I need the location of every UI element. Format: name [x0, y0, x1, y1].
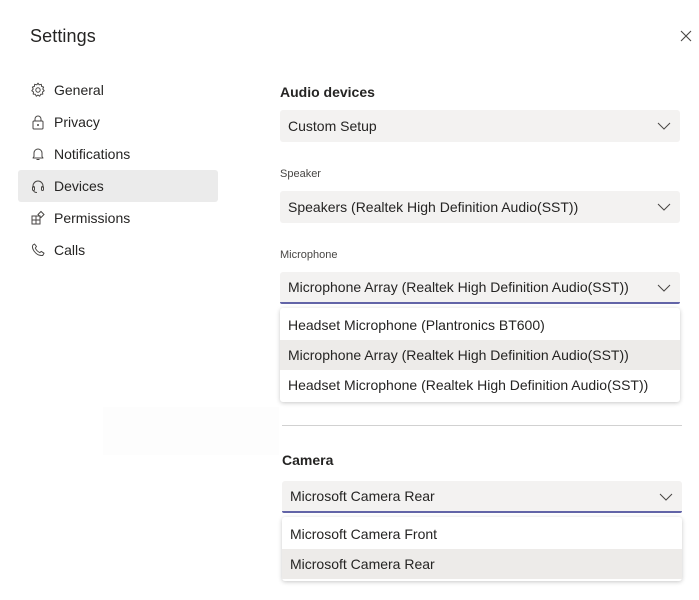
camera-option[interactable]: Microsoft Camera Front	[282, 519, 682, 549]
phone-icon	[30, 242, 46, 258]
camera-value: Microsoft Camera Rear	[290, 488, 435, 504]
gear-icon	[30, 82, 46, 98]
speaker-value: Speakers (Realtek High Definition Audio(…	[288, 199, 579, 215]
page-title: Settings	[30, 26, 96, 46]
sidebar-item-label: Notifications	[54, 146, 131, 162]
speaker-label: Speaker	[280, 168, 321, 180]
camera-option[interactable]: Microsoft Camera Rear	[282, 549, 682, 579]
audio-setup-select[interactable]: Custom Setup	[280, 110, 680, 142]
sidebar-item-devices[interactable]: Devices	[18, 170, 218, 202]
bell-icon	[30, 146, 46, 162]
sidebar-item-general[interactable]: General	[18, 74, 218, 106]
chevron-down-icon	[659, 490, 673, 504]
headset-icon	[30, 178, 46, 194]
microphone-option[interactable]: Headset Microphone (Plantronics BT600)	[280, 310, 680, 340]
camera-select[interactable]: Microsoft Camera Rear	[282, 481, 682, 513]
sidebar-item-calls[interactable]: Calls	[18, 234, 218, 266]
sidebar-item-label: Privacy	[54, 114, 100, 130]
speaker-select[interactable]: Speakers (Realtek High Definition Audio(…	[280, 191, 680, 223]
camera-dropdown-menu: Microsoft Camera Front Microsoft Camera …	[282, 517, 682, 581]
sidebar-item-permissions[interactable]: Permissions	[18, 202, 218, 234]
sidebar-item-privacy[interactable]: Privacy	[18, 106, 218, 138]
microphone-value: Microphone Array (Realtek High Definitio…	[288, 279, 629, 295]
section-divider	[282, 425, 682, 426]
microphone-label: Microphone	[280, 249, 338, 261]
chevron-down-icon	[657, 200, 671, 214]
camera-heading: Camera	[282, 452, 334, 468]
lock-icon	[30, 114, 46, 130]
microphone-option[interactable]: Microphone Array (Realtek High Definitio…	[280, 340, 680, 370]
settings-nav: General Privacy Notifications Devices Pe…	[18, 74, 218, 266]
chevron-down-icon	[657, 119, 671, 133]
audio-setup-value: Custom Setup	[288, 118, 377, 134]
microphone-select[interactable]: Microphone Array (Realtek High Definitio…	[280, 272, 680, 304]
apps-icon	[30, 210, 46, 226]
sidebar-item-label: General	[54, 82, 104, 98]
microphone-dropdown-menu: Headset Microphone (Plantronics BT600) M…	[280, 308, 680, 402]
audio-devices-heading: Audio devices	[280, 84, 375, 100]
sidebar-item-notifications[interactable]: Notifications	[18, 138, 218, 170]
close-button[interactable]	[678, 28, 694, 44]
sidebar-item-label: Devices	[54, 178, 104, 194]
chevron-down-icon	[657, 281, 671, 295]
microphone-option[interactable]: Headset Microphone (Realtek High Definit…	[280, 370, 680, 400]
close-icon	[680, 30, 692, 42]
background-panel	[103, 407, 279, 455]
sidebar-item-label: Permissions	[54, 210, 131, 226]
sidebar-item-label: Calls	[54, 242, 86, 258]
